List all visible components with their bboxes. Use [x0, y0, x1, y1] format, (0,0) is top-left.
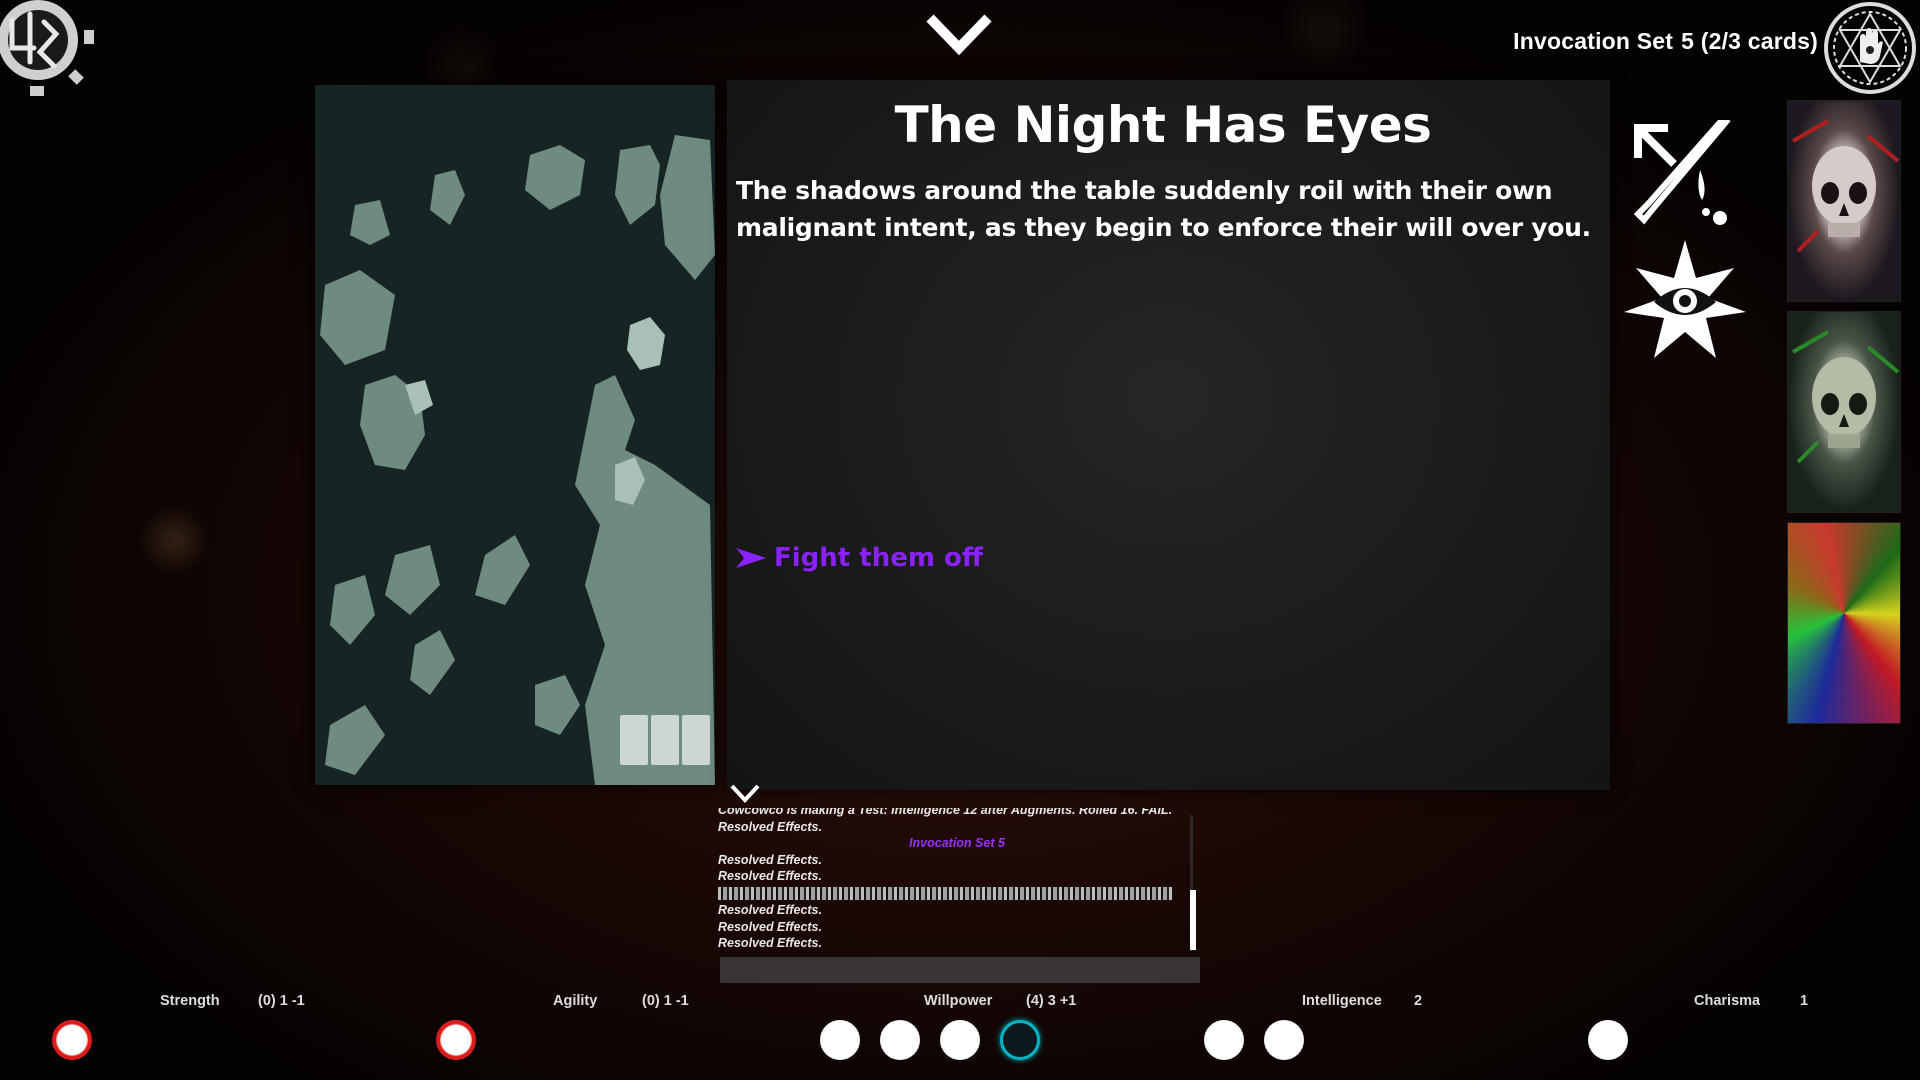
- card-title: The Night Has Eyes: [894, 96, 1432, 154]
- card-illustration: [315, 85, 715, 785]
- intelligence-pip[interactable]: [1204, 1020, 1244, 1060]
- card-description: The shadows around the table suddenly ro…: [736, 176, 1591, 242]
- stat-strength-label: Strength: [160, 993, 220, 1009]
- skull-card-green-thumbnail[interactable]: [1787, 311, 1901, 513]
- log-line: Resolved Effects.: [718, 936, 822, 951]
- stat-strength-value: (0) 1 -1: [258, 993, 305, 1009]
- invocation-set-label: Invocation Set: [1513, 28, 1674, 54]
- stat-intelligence-label: Intelligence: [1302, 993, 1382, 1009]
- game-logo-icon[interactable]: [0, 0, 96, 96]
- stat-charisma-label: Charisma: [1694, 993, 1761, 1009]
- log-divider: [718, 886, 1174, 900]
- choice-arrow-icon: [736, 548, 766, 568]
- charisma-pip[interactable]: [1588, 1020, 1628, 1060]
- willpower-pip[interactable]: [940, 1020, 980, 1060]
- willpower-pip[interactable]: [880, 1020, 920, 1060]
- stat-intelligence-value: 2: [1414, 993, 1423, 1009]
- stat-agility-label: Agility: [553, 993, 598, 1009]
- invocation-set-status: Invocation Set 5 (2/3 cards): [1505, 28, 1818, 55]
- attack-dagger-icon[interactable]: [1630, 116, 1740, 230]
- skull-card-red-thumbnail[interactable]: [1787, 100, 1901, 302]
- agility-pip-negative[interactable]: [436, 1020, 476, 1060]
- choice-option-fight[interactable]: Fight them off: [736, 543, 983, 573]
- log-heading: Invocation Set 5: [909, 836, 1005, 851]
- chaos-burst-card-thumbnail[interactable]: [1787, 522, 1901, 724]
- log-line: Resolved Effects.: [718, 869, 822, 884]
- hand-seal-icon[interactable]: [1822, 0, 1918, 96]
- willpower-pip[interactable]: [820, 1020, 860, 1060]
- collapse-chevron-icon[interactable]: [924, 10, 994, 60]
- deck-cards-icon[interactable]: [620, 715, 712, 767]
- log-line: Resolved Effects.: [718, 902, 822, 917]
- log-collapse-chevron-icon[interactable]: [728, 782, 762, 806]
- willpower-pip-bonus[interactable]: [1000, 1020, 1040, 1060]
- stat-willpower-label: Willpower: [924, 993, 993, 1009]
- stat-charisma-value: 1: [1800, 993, 1809, 1009]
- log-line: Resolved Effects.: [718, 852, 822, 867]
- log-line: Cowcowco is making a Test: Intelligence …: [718, 808, 1173, 817]
- eye-burst-icon[interactable]: [1624, 240, 1746, 362]
- intelligence-pip[interactable]: [1264, 1020, 1304, 1060]
- log-line: Resolved Effects.: [718, 819, 822, 834]
- stat-willpower-value: (4) 3 +1: [1026, 993, 1077, 1009]
- invocation-set-value: 5 (2/3 cards): [1681, 28, 1818, 54]
- choice-label: Fight them off: [774, 543, 983, 573]
- stat-agility-value: (0) 1 -1: [642, 993, 689, 1009]
- log-line: Resolved Effects.: [718, 919, 822, 934]
- log-input-bar[interactable]: [720, 957, 1200, 983]
- strength-pip-negative[interactable]: [52, 1020, 92, 1060]
- event-log[interactable]: Cowcowco is making a Test: Intelligence …: [718, 808, 1196, 956]
- log-scrollbar-thumb[interactable]: [1190, 890, 1196, 950]
